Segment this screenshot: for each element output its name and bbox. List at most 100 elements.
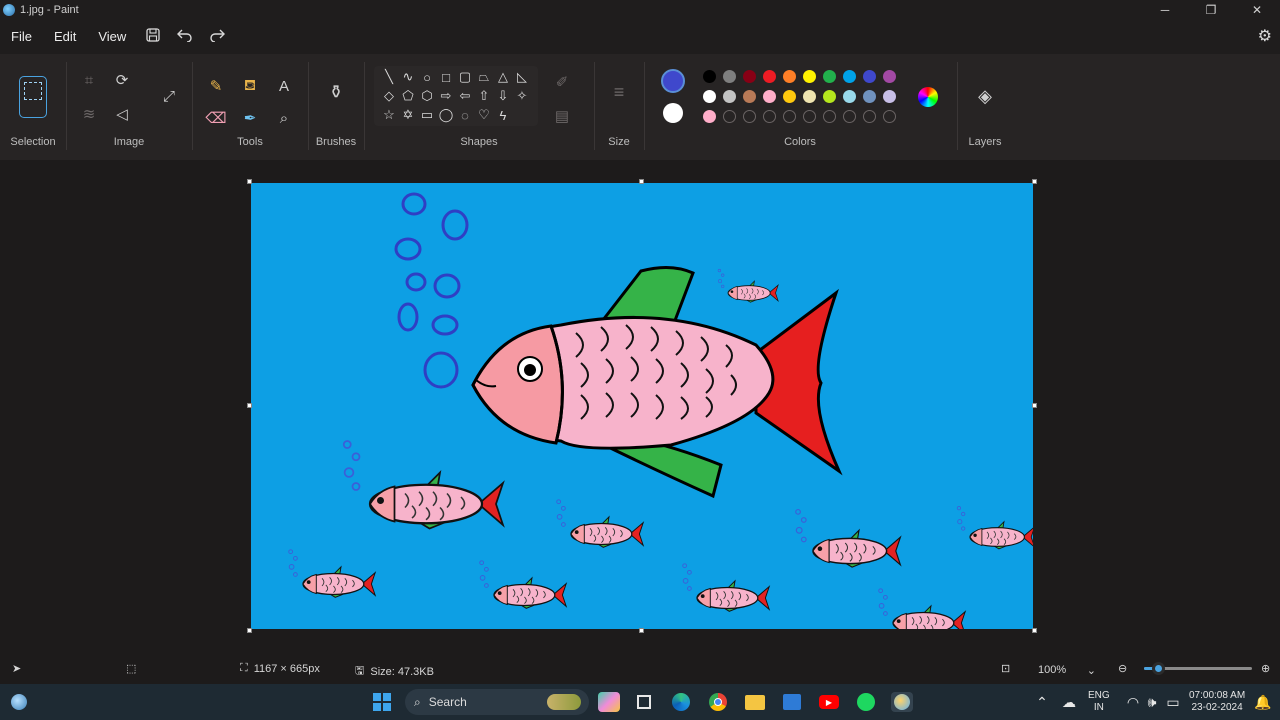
six-point-star-shape-icon[interactable]: ✡ — [399, 106, 417, 124]
empty-color-slot[interactable] — [783, 110, 796, 123]
layers-icon[interactable]: ◈ — [973, 84, 997, 108]
menu-edit[interactable]: Edit — [43, 20, 87, 54]
brush-icon[interactable]: ⚱ — [324, 80, 348, 104]
color-swatch[interactable] — [703, 70, 716, 83]
right-arrow-shape-icon[interactable]: ⇨ — [437, 87, 455, 105]
shape-fill-icon[interactable]: ▤ — [550, 104, 574, 128]
fill-bucket-icon[interactable]: ⛾ — [238, 74, 262, 98]
chrome-browser-icon[interactable] — [707, 692, 729, 712]
rounded-callout-shape-icon[interactable]: ◯ — [437, 106, 455, 124]
resize-handle-top[interactable] — [639, 179, 644, 184]
shape-outline-icon[interactable]: ✐ — [550, 70, 574, 94]
down-arrow-shape-icon[interactable]: ⇩ — [494, 87, 512, 105]
resize-handle-bottom-right[interactable] — [1032, 628, 1037, 633]
color-swatch[interactable] — [703, 110, 716, 123]
file-explorer-icon[interactable] — [744, 692, 766, 712]
color-swatch[interactable] — [863, 90, 876, 103]
taskbar-search[interactable]: ⌕ Search — [405, 689, 589, 715]
right-triangle-shape-icon[interactable]: ◺ — [513, 68, 531, 86]
empty-color-slot[interactable] — [823, 110, 836, 123]
color-swatch[interactable] — [823, 90, 836, 103]
color-swatch[interactable] — [843, 70, 856, 83]
four-point-star-shape-icon[interactable]: ✧ — [513, 87, 531, 105]
primary-color-swatch[interactable] — [661, 69, 685, 93]
color-swatch[interactable] — [783, 70, 796, 83]
battery-icon[interactable]: ▭ — [1162, 692, 1184, 712]
rectangular-callout-shape-icon[interactable]: ▭ — [418, 106, 436, 124]
zoom-in-icon[interactable]: ⊕ — [1261, 662, 1270, 675]
rounded-rectangle-shape-icon[interactable]: ▢ — [456, 68, 474, 86]
crop-icon[interactable]: ⌗ — [77, 68, 101, 92]
curve-shape-icon[interactable]: ∿ — [399, 68, 417, 86]
triangle-shape-icon[interactable]: △ — [494, 68, 512, 86]
settings-gear-icon[interactable]: ⚙ — [1258, 26, 1272, 46]
empty-color-slot[interactable] — [863, 110, 876, 123]
edit-colors-icon[interactable] — [918, 87, 938, 107]
line-shape-icon[interactable]: ╲ — [380, 68, 398, 86]
size-lines-icon[interactable]: ≡ — [607, 80, 631, 104]
microsoft-store-icon[interactable] — [781, 692, 803, 712]
color-swatch[interactable] — [843, 90, 856, 103]
color-swatch[interactable] — [803, 90, 816, 103]
resize-handle-top-right[interactable] — [1032, 179, 1037, 184]
show-hidden-icons-chevron-up-icon[interactable]: ⌃ — [1031, 692, 1053, 712]
oval-callout-shape-icon[interactable]: ◌ — [456, 106, 474, 124]
color-swatch[interactable] — [743, 90, 756, 103]
redo-icon[interactable] — [201, 28, 233, 46]
youtube-icon[interactable]: ▶ — [818, 692, 840, 712]
resize-icon[interactable]: ⤢ — [157, 84, 181, 108]
onedrive-cloud-icon[interactable]: ☁ — [1058, 692, 1080, 712]
pentagon-shape-icon[interactable]: ⬠ — [399, 87, 417, 105]
color-swatch[interactable] — [763, 70, 776, 83]
oval-shape-icon[interactable]: ○ — [418, 68, 436, 86]
task-view-icon[interactable] — [633, 692, 655, 712]
color-picker-icon[interactable]: ✒ — [238, 106, 262, 130]
lightning-shape-icon[interactable]: ϟ — [494, 106, 512, 124]
zoom-slider[interactable] — [1144, 662, 1252, 675]
zoom-out-icon[interactable]: ⊖ — [1118, 662, 1127, 675]
color-swatch[interactable] — [763, 90, 776, 103]
spotify-icon[interactable] — [855, 692, 877, 712]
remove-background-icon[interactable]: ≋ — [77, 102, 101, 126]
magnifier-icon[interactable]: ⌕ — [272, 106, 296, 130]
pencil-icon[interactable]: ✎ — [204, 74, 228, 98]
selection-tool-icon[interactable] — [19, 76, 47, 118]
five-point-star-shape-icon[interactable]: ☆ — [380, 106, 398, 124]
empty-color-slot[interactable] — [883, 110, 896, 123]
color-swatch[interactable] — [723, 90, 736, 103]
menu-view[interactable]: View — [87, 20, 137, 54]
close-button[interactable]: ✕ — [1234, 0, 1280, 20]
color-swatch[interactable] — [723, 70, 736, 83]
edge-browser-icon[interactable] — [670, 692, 692, 712]
text-tool-icon[interactable]: A — [272, 74, 296, 98]
drawing-canvas[interactable] — [251, 183, 1033, 629]
empty-color-slot[interactable] — [803, 110, 816, 123]
language-indicator[interactable]: ENG IN — [1088, 690, 1110, 714]
menu-file[interactable]: File — [0, 20, 43, 54]
resize-handle-left[interactable] — [247, 403, 252, 408]
up-arrow-shape-icon[interactable]: ⇧ — [475, 87, 493, 105]
hexagon-shape-icon[interactable]: ⬡ — [418, 87, 436, 105]
left-arrow-shape-icon[interactable]: ⇦ — [456, 87, 474, 105]
rotate-icon[interactable]: ⟳ — [110, 68, 134, 92]
color-swatch[interactable] — [703, 90, 716, 103]
resize-handle-top-left[interactable] — [247, 179, 252, 184]
resize-handle-bottom[interactable] — [639, 628, 644, 633]
empty-color-slot[interactable] — [763, 110, 776, 123]
start-windows-icon[interactable] — [371, 692, 393, 712]
flip-icon[interactable]: ◁ — [110, 102, 134, 126]
volume-icon[interactable]: 🕪 — [1141, 692, 1163, 712]
color-swatch[interactable] — [743, 70, 756, 83]
color-swatch[interactable] — [803, 70, 816, 83]
color-swatch[interactable] — [883, 70, 896, 83]
copilot-icon[interactable] — [598, 692, 620, 712]
polygon-shape-icon[interactable]: ⏢ — [475, 68, 493, 86]
color-swatch[interactable] — [883, 90, 896, 103]
widgets-icon[interactable] — [8, 692, 30, 712]
clock[interactable]: 07:00:08 AM 23-02-2024 — [1189, 690, 1245, 714]
maximize-button[interactable]: ❐ — [1188, 0, 1234, 20]
minimize-button[interactable]: ─ — [1142, 0, 1188, 20]
zoom-slider-thumb[interactable] — [1152, 662, 1166, 675]
secondary-color-swatch[interactable] — [663, 103, 683, 123]
color-swatch[interactable] — [823, 70, 836, 83]
